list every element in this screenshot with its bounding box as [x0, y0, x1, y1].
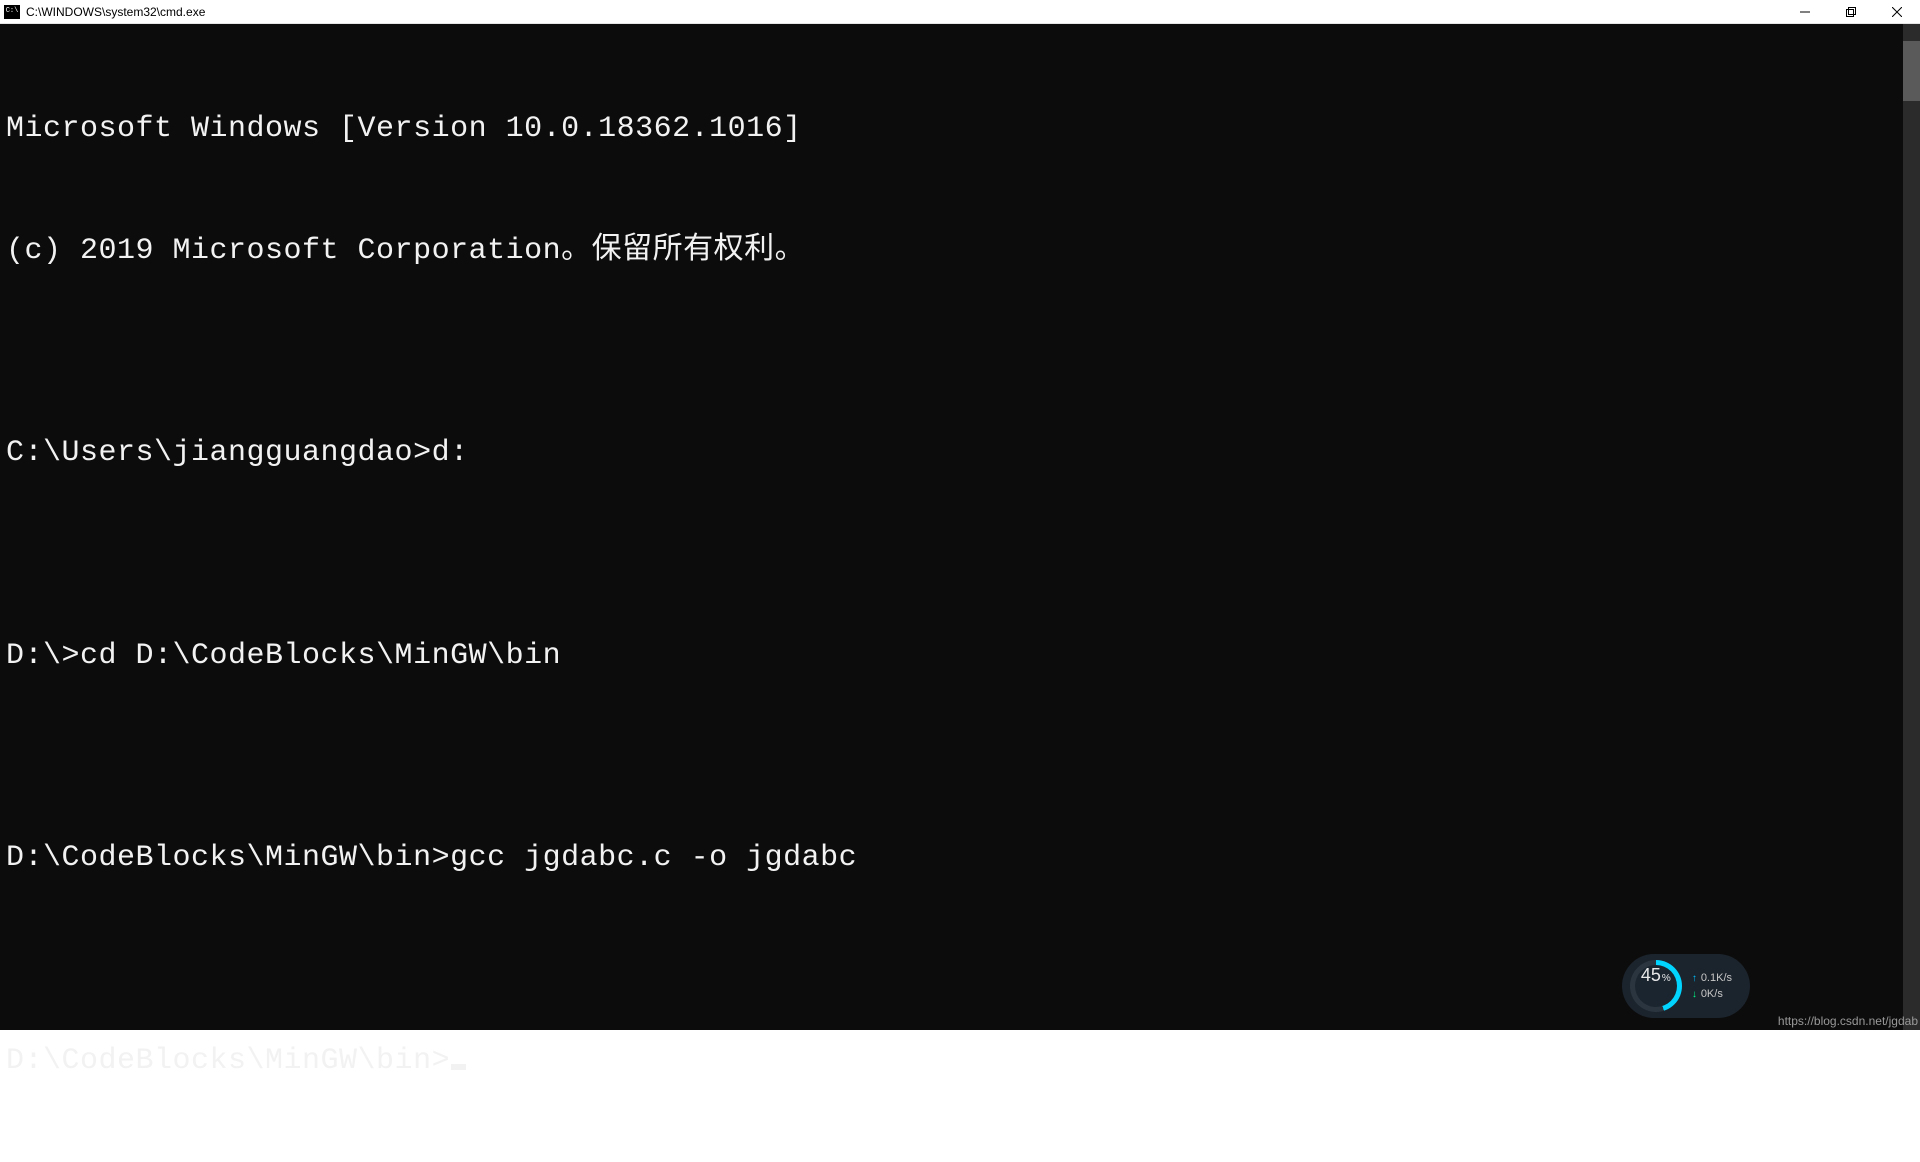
minimize-button[interactable]: [1782, 0, 1828, 23]
window-controls: [1782, 0, 1920, 23]
cpu-usage-ring: 45%: [1630, 960, 1682, 1012]
scrollbar-thumb[interactable]: [1903, 41, 1920, 101]
maximize-icon: [1846, 7, 1856, 17]
network-stats: ↑ 0.1K/s ↓ 0K/s: [1692, 972, 1732, 1000]
download-value: 0K/s: [1701, 988, 1723, 1000]
performance-widget[interactable]: 45% ↑ 0.1K/s ↓ 0K/s: [1622, 954, 1750, 1018]
terminal-line: D:\CodeBlocks\MinGW\bin>gcc jgdabc.c -o …: [6, 838, 1897, 879]
window-titlebar: C:\WINDOWS\system32\cmd.exe: [0, 0, 1920, 24]
terminal-prompt: D:\CodeBlocks\MinGW\bin>: [6, 1044, 450, 1078]
terminal-line: C:\Users\jiangguangdao>d:: [6, 433, 1897, 474]
titlebar-left: C:\WINDOWS\system32\cmd.exe: [0, 5, 205, 19]
terminal-line: Microsoft Windows [Version 10.0.18362.10…: [6, 109, 1897, 150]
terminal-prompt-line: D:\CodeBlocks\MinGW\bin>: [6, 1041, 1897, 1082]
upload-value: 0.1K/s: [1701, 972, 1732, 984]
cpu-percent-value: 45: [1641, 965, 1661, 986]
cpu-percent-symbol: %: [1662, 973, 1671, 984]
close-button[interactable]: [1874, 0, 1920, 23]
watermark: https://blog.csdn.net/jgdab: [1778, 1014, 1918, 1028]
scrollbar[interactable]: [1903, 24, 1920, 1030]
terminal-line: D:\>cd D:\CodeBlocks\MinGW\bin: [6, 636, 1897, 677]
minimize-icon: [1800, 7, 1810, 17]
upload-icon: ↑: [1692, 973, 1697, 984]
upload-row: ↑ 0.1K/s: [1692, 972, 1732, 984]
download-row: ↓ 0K/s: [1692, 988, 1732, 1000]
terminal-line: (c) 2019 Microsoft Corporation。保留所有权利。: [6, 231, 1897, 272]
terminal-area[interactable]: Microsoft Windows [Version 10.0.18362.10…: [0, 24, 1920, 1030]
terminal-content[interactable]: Microsoft Windows [Version 10.0.18362.10…: [0, 24, 1903, 1030]
cursor: [451, 1064, 466, 1070]
cpu-usage-inner: 45%: [1635, 965, 1677, 1007]
close-icon: [1892, 7, 1902, 17]
window-title: C:\WINDOWS\system32\cmd.exe: [26, 5, 205, 19]
cmd-icon: [4, 5, 20, 19]
maximize-button[interactable]: [1828, 0, 1874, 23]
download-icon: ↓: [1692, 989, 1697, 1000]
